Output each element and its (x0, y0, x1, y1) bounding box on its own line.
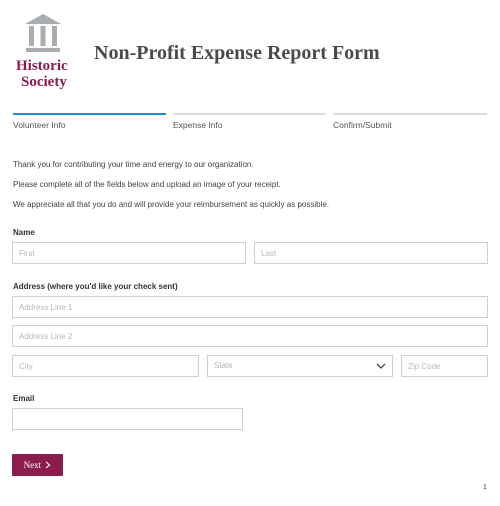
logo-line-1: Historic (16, 58, 68, 74)
chevron-down-icon (376, 363, 386, 369)
step-progress-bar (173, 113, 326, 115)
email-section-label: Email (13, 394, 35, 403)
intro-paragraph: Thank you for contributing your time and… (13, 160, 254, 169)
email-input[interactable] (19, 409, 242, 429)
city-input[interactable] (19, 356, 198, 376)
address-section-label: Address (where you'd like your check sen… (13, 282, 178, 291)
step-volunteer-info[interactable]: Volunteer Info (13, 113, 166, 133)
intro-paragraph: We appreciate all that you do and will p… (13, 200, 330, 209)
step-label: Expense Info (173, 120, 223, 130)
city-field[interactable] (12, 355, 199, 377)
zip-code-input[interactable] (408, 356, 487, 376)
step-expense-info[interactable]: Expense Info (173, 113, 326, 133)
zip-code-field[interactable] (401, 355, 488, 377)
page-title: Non-Profit Expense Report Form (94, 42, 380, 64)
state-select-value: State (214, 361, 233, 370)
pillar-building-icon (25, 14, 61, 52)
name-section-label: Name (13, 228, 35, 237)
first-name-field[interactable] (12, 242, 246, 264)
last-name-field[interactable] (254, 242, 488, 264)
address-line-2-field[interactable] (12, 325, 488, 347)
logo: Historic Society (14, 14, 78, 94)
last-name-input[interactable] (261, 243, 487, 263)
intro-paragraph: Please complete all of the fields below … (13, 180, 281, 189)
step-progress-bar (13, 113, 166, 115)
first-name-input[interactable] (19, 243, 245, 263)
step-label: Volunteer Info (13, 120, 66, 130)
step-confirm-submit[interactable]: Confirm/Submit (333, 113, 487, 133)
chevron-right-icon (46, 461, 51, 469)
logo-wordmark: Historic Society (16, 58, 86, 90)
email-field[interactable] (12, 408, 243, 430)
next-button[interactable]: Next (12, 454, 63, 476)
address-line-2-input[interactable] (19, 326, 487, 346)
step-progress-bar (333, 113, 487, 115)
logo-line-2: Society (21, 74, 67, 90)
address-line-1-input[interactable] (19, 297, 487, 317)
address-line-1-field[interactable] (12, 296, 488, 318)
page-number: 1 (483, 484, 487, 491)
state-select[interactable]: State (207, 355, 393, 377)
next-button-label: Next (23, 460, 42, 470)
step-label: Confirm/Submit (333, 120, 392, 130)
